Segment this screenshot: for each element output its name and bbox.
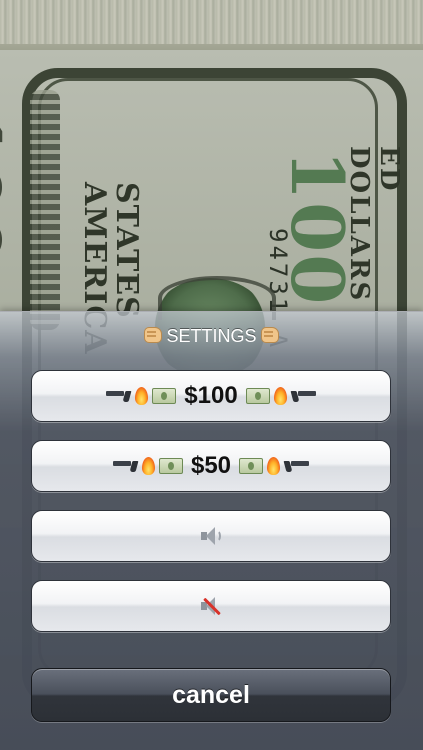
pistol-icon: [290, 389, 316, 403]
bill-right-text: ED DOLLARS: [344, 146, 404, 303]
fist-bump-icon: [144, 327, 163, 343]
option-50-left-icons: [112, 457, 185, 475]
option-100-left-icons: [105, 387, 178, 405]
option-50-button[interactable]: $50: [31, 440, 391, 492]
money-icon: [245, 388, 270, 404]
option-50-right-icons: [237, 457, 310, 475]
sound-on-button[interactable]: [31, 510, 391, 562]
screen: 100 STATES AMERICA 94731 A 100 ED DOLLAR…: [0, 0, 423, 750]
money-icon: [158, 458, 183, 474]
cancel-label: cancel: [172, 680, 250, 709]
fire-icon: [135, 387, 149, 405]
sound-off-button[interactable]: [31, 580, 391, 632]
fire-icon: [267, 457, 281, 475]
option-50-label: $50: [190, 452, 232, 479]
option-100-button[interactable]: $100: [31, 370, 391, 422]
option-100-label: $100: [184, 382, 238, 409]
cancel-button[interactable]: cancel: [31, 668, 391, 722]
fire-icon: [141, 457, 155, 475]
money-icon: [239, 458, 264, 474]
pistol-icon: [112, 459, 139, 473]
fire-icon: [273, 387, 287, 405]
bill-left-denomination: 100: [0, 110, 16, 269]
option-100-right-icons: [244, 387, 317, 405]
money-icon: [152, 388, 177, 404]
speaker-icon: [199, 525, 223, 547]
sheet-title: SETTINGS: [0, 326, 423, 347]
pistol-icon: [283, 459, 309, 473]
fist-bump-icon: [260, 327, 279, 343]
sheet-title-text: SETTINGS: [166, 326, 257, 346]
pistol-icon: [106, 389, 132, 403]
speaker-muted-icon: [199, 595, 223, 617]
bill-left-ornament: [30, 90, 60, 330]
